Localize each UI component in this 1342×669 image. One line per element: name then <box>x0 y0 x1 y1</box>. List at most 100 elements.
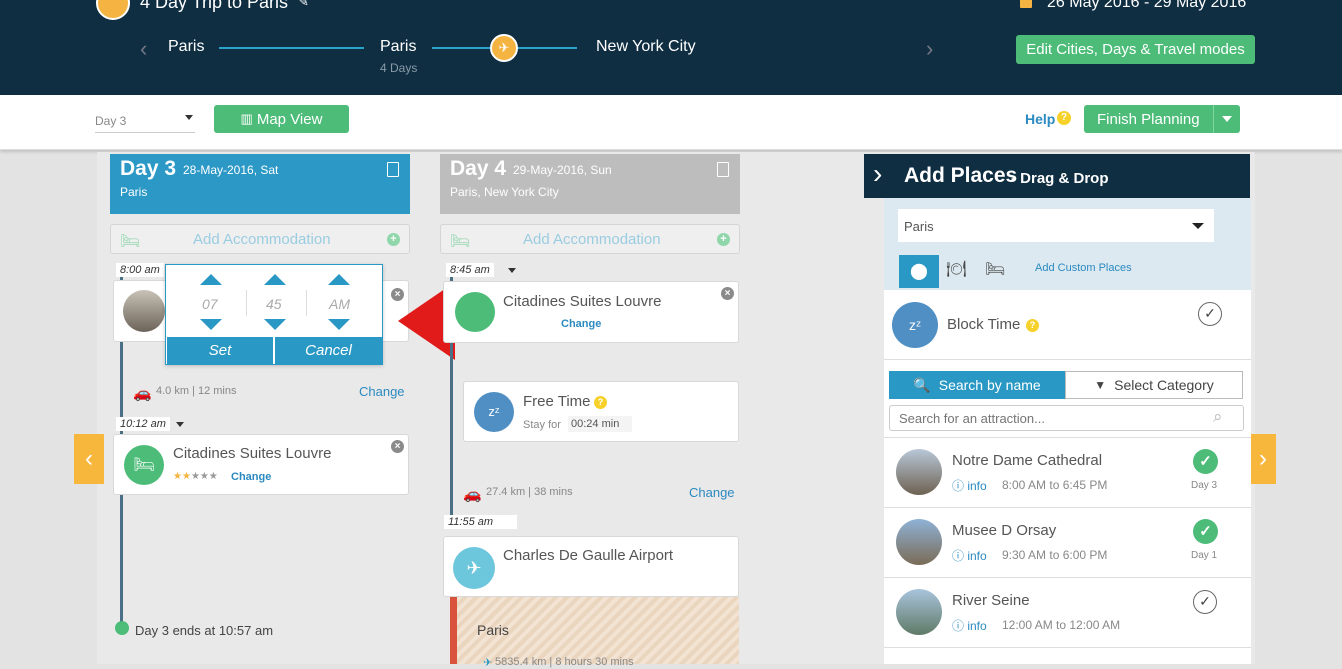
edit-pencil-icon[interactable]: ✎ <box>298 0 309 10</box>
airport-card[interactable]: ✈ Charles De Gaulle Airport <box>443 536 739 597</box>
day4-city: Paris, New York City <box>450 185 559 199</box>
day3-hotel-card[interactable]: 🛏 Citadines Suites Louvre ★★★★★ Change × <box>113 434 409 495</box>
day3-change-travel[interactable]: Change <box>359 384 405 399</box>
flight-icon: ✈ <box>483 657 493 669</box>
help-question-icon[interactable]: ? <box>594 396 607 409</box>
help-link[interactable]: Help <box>1025 111 1055 127</box>
hour-up-arrow[interactable] <box>200 274 222 285</box>
avatar[interactable] <box>96 0 130 20</box>
attraction-search-input[interactable] <box>889 405 1244 431</box>
info-link[interactable]: ⓘ info <box>952 477 987 494</box>
ampm-down-arrow[interactable] <box>328 319 350 330</box>
place-day-tag: Day 1 <box>1191 550 1218 561</box>
add-accommodation-label: Add Accommodation <box>523 231 661 248</box>
info-icon: ⓘ <box>952 619 968 633</box>
trip-title[interactable]: 4 Day Trip to Paris <box>140 0 288 13</box>
route-prev-chevron-icon[interactable]: ‹ <box>140 36 147 62</box>
place-row[interactable]: River Seine ⓘ info 12:00 AM to 12:00 AM … <box>884 578 1251 648</box>
minute-down-arrow[interactable] <box>264 319 286 330</box>
tab-restaurants-icon[interactable]: 🍽 <box>946 259 966 279</box>
city-band-label: Paris <box>477 622 509 638</box>
help-question-icon[interactable]: ? <box>1026 319 1039 332</box>
tab-places-pin-icon[interactable]: ⬤ <box>899 255 939 288</box>
minute-value[interactable]: 45 <box>266 296 282 312</box>
cancel-button[interactable]: Cancel <box>275 337 382 364</box>
notre-dame-thumbnail <box>123 290 165 332</box>
search-magnifier-icon[interactable]: ⌕ <box>1213 407 1223 427</box>
add-checkmark-icon[interactable]: ✓ <box>1193 590 1217 614</box>
route-line <box>219 47 364 49</box>
caret-down-icon <box>1192 223 1204 229</box>
info-link[interactable]: ⓘ info <box>952 617 987 634</box>
day4-time-1[interactable]: 8:45 am <box>446 263 494 277</box>
hour-value[interactable]: 07 <box>202 296 218 312</box>
ampm-up-arrow[interactable] <box>328 274 350 285</box>
finish-planning-button[interactable]: Finish Planning <box>1084 105 1240 133</box>
day3-header[interactable]: Day 3 28-May-2016, Sat Paris <box>110 154 410 214</box>
route-line <box>432 47 490 49</box>
hotel-bed-icon: 🛏 <box>124 445 164 485</box>
finish-planning-label: Finish Planning <box>1097 110 1200 128</box>
day4-change-travel[interactable]: Change <box>689 485 735 500</box>
dropdown-caret-icon[interactable] <box>1213 105 1240 133</box>
car-icon: 🚗 <box>133 385 152 402</box>
day-end-dot <box>115 621 129 635</box>
tab-hotels-bed-icon[interactable]: 🛏 <box>985 259 1005 279</box>
next-day-button[interactable]: › <box>1250 434 1276 484</box>
add-checkmark-icon[interactable]: ✓ <box>1198 302 1222 326</box>
city-filter-select[interactable]: Paris <box>898 209 1214 242</box>
day3-time-1[interactable]: 8:00 am <box>116 263 164 277</box>
edit-cities-button[interactable]: Edit Cities, Days & Travel modes <box>1016 35 1255 64</box>
route-line <box>518 47 577 49</box>
select-category-tab[interactable]: ▼ Select Category <box>1065 371 1243 399</box>
time-caret-icon[interactable] <box>508 268 516 273</box>
add-custom-places-link[interactable]: Add Custom Places <box>1035 262 1132 274</box>
day3-add-accommodation[interactable]: 🛏 Add Accommodation + <box>110 224 410 254</box>
day4-time-2[interactable]: 11:55 am <box>444 515 517 529</box>
flight-mode-icon[interactable]: ✈ <box>490 34 518 62</box>
day-select[interactable]: Day 3 <box>95 107 195 133</box>
help-question-icon[interactable]: ? <box>1057 111 1071 125</box>
day4-hotel-card[interactable]: Citadines Suites Louvre Change × <box>443 281 739 343</box>
place-row-partial[interactable] <box>884 648 1251 664</box>
route-city-2[interactable]: Paris <box>380 38 416 56</box>
document-icon[interactable] <box>387 162 399 177</box>
route-city-3[interactable]: New York City <box>596 38 696 56</box>
hotel-change-link[interactable]: Change <box>561 318 601 330</box>
day-select-value: Day 3 <box>95 114 127 128</box>
added-checkmark-icon[interactable]: ✓ <box>1193 449 1218 474</box>
remove-hotel-icon[interactable]: × <box>391 440 404 453</box>
add-places-subtitle: - Drag & Drop <box>1011 170 1109 187</box>
added-checkmark-icon[interactable]: ✓ <box>1193 519 1218 544</box>
hour-down-arrow[interactable] <box>200 319 222 330</box>
ampm-value[interactable]: AM <box>329 296 350 312</box>
route-next-chevron-icon[interactable]: › <box>926 36 933 62</box>
minute-up-arrow[interactable] <box>264 274 286 285</box>
map-view-button[interactable]: ▥ Map View <box>214 105 349 133</box>
airplane-icon: ✈ <box>453 547 495 589</box>
filter-funnel-icon: ▼ <box>1094 378 1107 392</box>
place-row[interactable]: Notre Dame Cathedral ⓘ info 8:00 AM to 6… <box>884 438 1251 508</box>
info-link[interactable]: ⓘ info <box>952 547 987 564</box>
day4-header[interactable]: Day 4 29-May-2016, Sun Paris, New York C… <box>440 154 740 214</box>
picker-divider <box>306 290 307 316</box>
day3-time-2[interactable]: 10:12 am <box>116 417 170 431</box>
panel-collapse-chevron-icon[interactable]: › <box>873 158 882 190</box>
search-by-name-tab[interactable]: 🔍 Search by name <box>889 371 1065 399</box>
route-city-1[interactable]: Paris <box>168 38 204 56</box>
block-time-label: Block Time <box>947 316 1021 333</box>
add-places-header: › Add Places - Drag & Drop <box>864 154 1250 198</box>
search-icon: 🔍 <box>913 376 931 393</box>
block-time-row[interactable]: zᶻ Block Time ? ✓ <box>884 290 1251 360</box>
prev-day-button[interactable]: ‹ <box>74 434 104 484</box>
free-time-card[interactable]: zᶻ Free Time ? Stay for 00:24 min <box>463 381 739 442</box>
place-row[interactable]: Musee D Orsay ⓘ info 9:30 AM to 6:00 PM … <box>884 508 1251 578</box>
document-icon[interactable] <box>717 162 729 177</box>
time-caret-icon[interactable] <box>176 422 184 427</box>
stay-duration-field[interactable]: 00:24 min <box>568 416 632 432</box>
day4-add-accommodation[interactable]: 🛏 Add Accommodation + <box>440 224 740 254</box>
hotel-change-link[interactable]: Change <box>231 471 271 483</box>
set-button[interactable]: Set <box>167 337 273 364</box>
remove-hotel-icon[interactable]: × <box>721 287 734 300</box>
info-icon: ⓘ <box>952 479 968 493</box>
